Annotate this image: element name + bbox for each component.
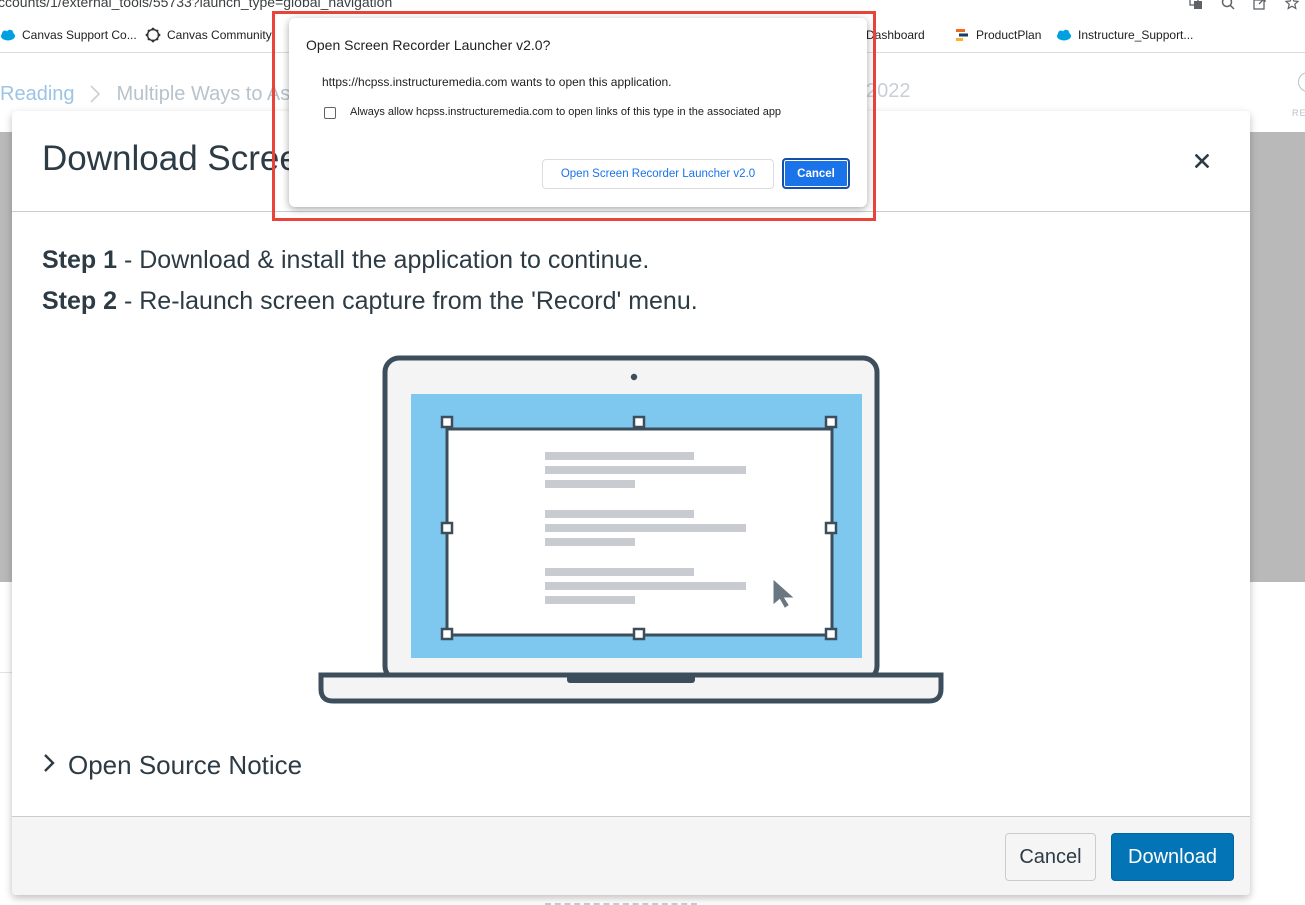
modal-title: Download Scree bbox=[42, 139, 299, 178]
bookmark-label: ProductPlan bbox=[976, 28, 1042, 42]
zoom-icon[interactable] bbox=[1219, 0, 1237, 12]
always-allow-label[interactable]: Always allow hcpss.instructuremedia.com … bbox=[350, 106, 781, 118]
address-bar-actions bbox=[1187, 0, 1305, 12]
salesforce-cloud-icon bbox=[1056, 27, 1072, 43]
salesforce-cloud-icon bbox=[0, 27, 16, 43]
dialog-title: Open Screen Recorder Launcher v2.0? bbox=[306, 37, 551, 53]
url-text[interactable]: ccounts/1/external_tools/55733?launch_ty… bbox=[0, 0, 392, 10]
star-icon[interactable] bbox=[1283, 0, 1301, 12]
step-2-text: Step 2 - Re-launch screen capture from t… bbox=[42, 287, 698, 316]
page-action-label: RE bbox=[1292, 108, 1305, 118]
open-source-notice-label: Open Source Notice bbox=[68, 749, 303, 780]
bookmark-label: Instructure_Support... bbox=[1078, 28, 1194, 42]
open-source-notice-toggle[interactable]: Open Source Notice bbox=[42, 747, 302, 783]
bookmark-productplan[interactable]: ProductPlan bbox=[954, 22, 1041, 48]
cancel-button[interactable]: Cancel bbox=[1005, 833, 1096, 881]
page-action-icon[interactable] bbox=[1298, 72, 1305, 92]
close-icon[interactable] bbox=[1190, 149, 1214, 173]
always-allow-checkbox[interactable] bbox=[324, 107, 336, 119]
step-1-description: - Download & install the application to … bbox=[117, 246, 650, 274]
bookmark-label: Canvas Support Co... bbox=[22, 28, 137, 42]
step-2-label: Step 2 bbox=[42, 287, 118, 315]
modal-footer: Cancel Download bbox=[12, 816, 1250, 895]
step-1-label: Step 1 bbox=[42, 246, 118, 274]
page-divider bbox=[0, 672, 12, 673]
dialog-cancel-button[interactable]: Cancel bbox=[782, 158, 850, 189]
download-button[interactable]: Download bbox=[1111, 833, 1234, 881]
open-launcher-button[interactable]: Open Screen Recorder Launcher v2.0 bbox=[542, 159, 774, 189]
bookmark-label: Canvas Community bbox=[167, 28, 272, 42]
chevron-right-icon bbox=[42, 750, 56, 781]
open-app-dialog: Open Screen Recorder Launcher v2.0? http… bbox=[289, 18, 867, 207]
translate-icon[interactable] bbox=[1187, 0, 1205, 12]
dialog-message: https://hcpss.instructuremedia.com wants… bbox=[322, 75, 672, 89]
bookmark-canvas-community[interactable]: Canvas Community bbox=[145, 22, 272, 48]
step-1-text: Step 1 - Download & install the applicat… bbox=[42, 246, 649, 275]
chevron-right-icon bbox=[89, 84, 105, 104]
community-icon bbox=[145, 27, 161, 43]
step-2-description: - Re-launch screen capture from the 'Rec… bbox=[117, 287, 698, 315]
laptop-screen-capture-illustration bbox=[318, 355, 944, 712]
share-icon[interactable] bbox=[1251, 0, 1269, 12]
breadcrumb-link-reading[interactable]: Reading bbox=[0, 83, 75, 106]
bookmark-instructure-support[interactable]: Instructure_Support... bbox=[1056, 22, 1193, 48]
bookmark-canvas-support[interactable]: Canvas Support Co... bbox=[0, 22, 137, 48]
breadcrumb: Reading Multiple Ways to Ass bbox=[0, 80, 300, 108]
productplan-icon bbox=[954, 27, 970, 43]
download-modal: Download Scree Step 1 - Download & insta… bbox=[12, 111, 1250, 895]
